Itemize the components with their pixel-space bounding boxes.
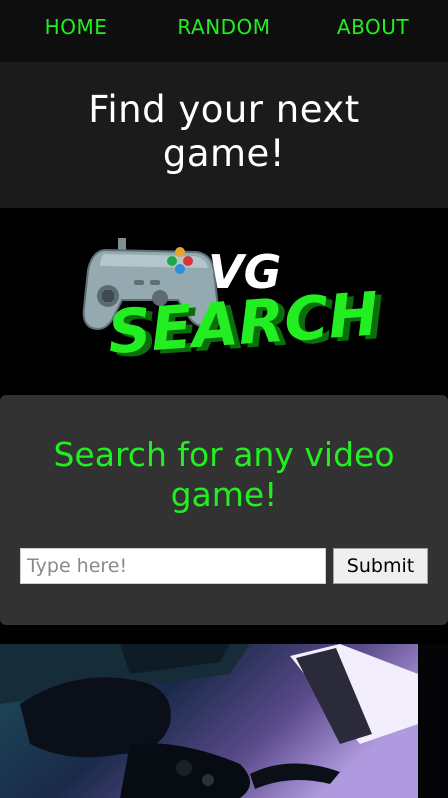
page-title: Find your next game! [0, 88, 448, 176]
top-nav: HOME RANDOM ABOUT [0, 0, 448, 62]
hero-section: Find your next game! [0, 62, 448, 208]
nav-home-link[interactable]: HOME [20, 12, 132, 42]
search-heading-line-2: game! [170, 475, 278, 514]
vg-search-logo: VG SEARCH SEARCH [82, 238, 387, 372]
controller-photo [0, 644, 418, 798]
search-card: Search for any video game! Submit [0, 395, 448, 625]
controller-desk-image [0, 644, 418, 798]
search-heading-line-1: Search for any video [53, 435, 395, 474]
nav-about-link[interactable]: ABOUT [318, 12, 428, 42]
submit-button[interactable]: Submit [333, 548, 428, 584]
photo-edge-strip [418, 644, 448, 798]
nav-random-link[interactable]: RANDOM [160, 12, 288, 42]
search-heading: Search for any video game! [0, 435, 448, 515]
page-title-line-1: Find your next [88, 88, 360, 131]
logo-banner: VG SEARCH SEARCH [0, 208, 448, 394]
page-title-line-2: game! [162, 132, 286, 175]
search-input[interactable] [20, 548, 326, 584]
